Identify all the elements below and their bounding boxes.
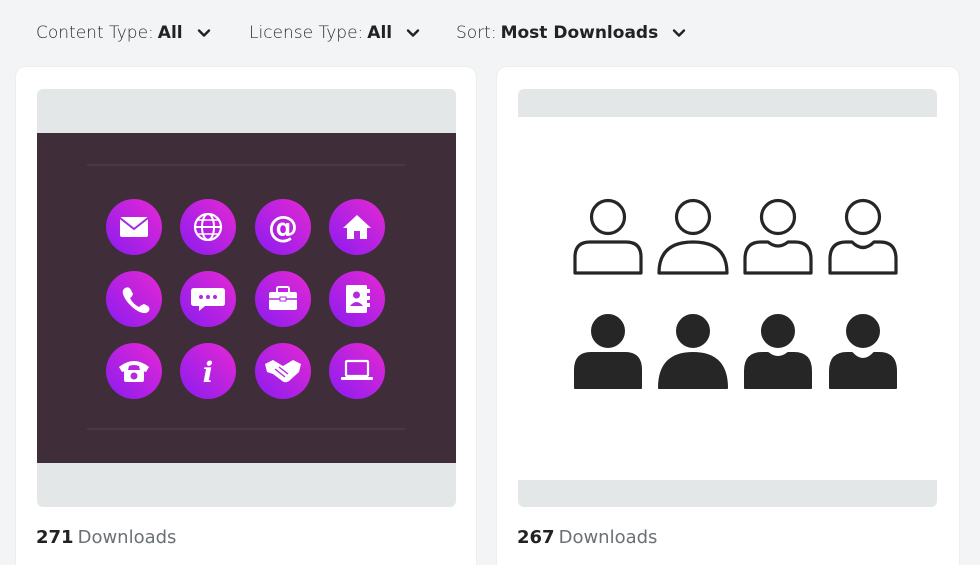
phone-icon bbox=[106, 271, 162, 327]
contact-icons-preview: @ i bbox=[37, 133, 456, 463]
content-type-label: Content Type: bbox=[36, 23, 154, 43]
home-icon bbox=[329, 199, 385, 255]
mail-icon bbox=[106, 199, 162, 255]
at-sign-icon: @ bbox=[255, 199, 311, 255]
preview-background bbox=[37, 133, 456, 463]
asset-card[interactable]: @ i 271 Downloads bbox=[16, 67, 476, 565]
sort-dropdown[interactable]: Sort: Most Downloads bbox=[456, 20, 686, 46]
globe-icon bbox=[180, 199, 236, 255]
content-type-dropdown[interactable]: Content Type: All bbox=[36, 20, 211, 46]
info-icon: i bbox=[180, 343, 236, 399]
license-type-label: License Type: bbox=[249, 23, 364, 43]
asset-thumbnail[interactable]: @ i bbox=[37, 89, 456, 507]
download-count: 271 Downloads bbox=[36, 527, 176, 548]
user-icons-preview bbox=[518, 117, 937, 480]
asset-card[interactable]: 267 Downloads bbox=[497, 67, 959, 565]
telephone-icon bbox=[106, 343, 162, 399]
chat-icon bbox=[180, 271, 236, 327]
sort-value: Most Downloads bbox=[500, 23, 659, 43]
sort-label: Sort: bbox=[456, 23, 497, 43]
license-type-value: All bbox=[367, 23, 393, 43]
preview-background bbox=[518, 117, 937, 480]
laptop-icon bbox=[329, 343, 385, 399]
chevron-down-icon bbox=[672, 26, 686, 40]
handshake-icon bbox=[255, 343, 311, 399]
chevron-down-icon bbox=[406, 26, 420, 40]
briefcase-icon bbox=[255, 271, 311, 327]
filter-bar: Content Type: All License Type: All Sort… bbox=[0, 0, 980, 66]
contact-book-icon bbox=[329, 271, 385, 327]
license-type-dropdown[interactable]: License Type: All bbox=[249, 20, 420, 46]
svg-text:@: @ bbox=[268, 210, 298, 245]
content-type-value: All bbox=[157, 23, 183, 43]
download-count-label: Downloads bbox=[558, 527, 658, 548]
chevron-down-icon bbox=[197, 26, 211, 40]
download-count-label: Downloads bbox=[77, 527, 177, 548]
asset-thumbnail[interactable] bbox=[518, 89, 937, 507]
download-count-value: 267 bbox=[517, 527, 555, 548]
svg-text:i: i bbox=[203, 356, 214, 389]
download-count: 267 Downloads bbox=[517, 527, 657, 548]
download-count-value: 271 bbox=[36, 527, 74, 548]
